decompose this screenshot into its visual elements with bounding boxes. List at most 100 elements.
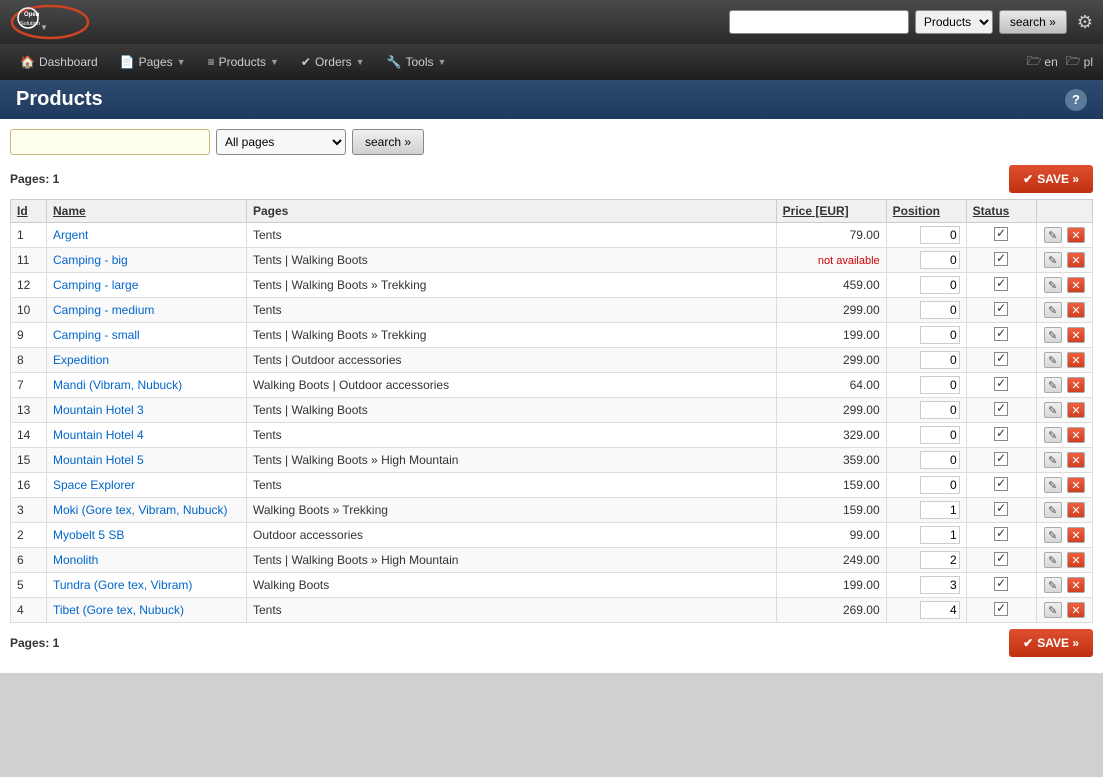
delete-icon[interactable]: ✕ bbox=[1067, 252, 1085, 268]
delete-icon[interactable]: ✕ bbox=[1067, 327, 1085, 343]
status-checkbox[interactable] bbox=[994, 577, 1008, 591]
status-checkbox[interactable] bbox=[994, 602, 1008, 616]
product-link[interactable]: Argent bbox=[53, 228, 88, 242]
position-input[interactable] bbox=[920, 401, 960, 419]
nav-tools[interactable]: 🔧 Tools ▼ bbox=[377, 49, 457, 75]
position-input[interactable] bbox=[920, 301, 960, 319]
edit-icon[interactable]: ✎ bbox=[1044, 502, 1062, 518]
position-input[interactable] bbox=[920, 326, 960, 344]
edit-icon[interactable]: ✎ bbox=[1044, 252, 1062, 268]
status-checkbox[interactable] bbox=[994, 527, 1008, 541]
status-checkbox[interactable] bbox=[994, 427, 1008, 441]
position-input[interactable] bbox=[920, 551, 960, 569]
edit-icon[interactable]: ✎ bbox=[1044, 527, 1062, 543]
save-button-bottom[interactable]: SAVE » bbox=[1009, 629, 1093, 657]
position-input[interactable] bbox=[920, 526, 960, 544]
position-input[interactable] bbox=[920, 276, 960, 294]
nav-pages[interactable]: 📄 Pages ▼ bbox=[110, 49, 196, 75]
edit-icon[interactable]: ✎ bbox=[1044, 402, 1062, 418]
status-checkbox[interactable] bbox=[994, 302, 1008, 316]
global-search-input[interactable] bbox=[729, 10, 909, 34]
status-checkbox[interactable] bbox=[994, 252, 1008, 266]
global-search-select[interactable]: Products Pages Orders bbox=[915, 10, 993, 34]
edit-icon[interactable]: ✎ bbox=[1044, 327, 1062, 343]
edit-icon[interactable]: ✎ bbox=[1044, 552, 1062, 568]
product-link[interactable]: Mountain Hotel 5 bbox=[53, 453, 144, 467]
position-input[interactable] bbox=[920, 376, 960, 394]
delete-icon[interactable]: ✕ bbox=[1067, 502, 1085, 518]
sort-price[interactable]: Price [EUR] bbox=[783, 204, 849, 218]
delete-icon[interactable]: ✕ bbox=[1067, 452, 1085, 468]
product-link[interactable]: Camping - medium bbox=[53, 303, 154, 317]
position-input[interactable] bbox=[920, 601, 960, 619]
sort-name[interactable]: Name bbox=[53, 204, 86, 218]
lang-en[interactable]: 🗁 en bbox=[1027, 52, 1058, 73]
position-input[interactable] bbox=[920, 351, 960, 369]
product-link[interactable]: Space Explorer bbox=[53, 478, 135, 492]
status-checkbox[interactable] bbox=[994, 402, 1008, 416]
position-input[interactable] bbox=[920, 501, 960, 519]
delete-icon[interactable]: ✕ bbox=[1067, 227, 1085, 243]
search-button[interactable]: search » bbox=[352, 129, 424, 155]
status-checkbox[interactable] bbox=[994, 227, 1008, 241]
product-link[interactable]: Mandi (Vibram, Nubuck) bbox=[53, 378, 182, 392]
product-link[interactable]: Tibet (Gore tex, Nubuck) bbox=[53, 603, 184, 617]
product-link[interactable]: Monolith bbox=[53, 553, 98, 567]
global-search-button[interactable]: search » bbox=[999, 10, 1067, 34]
edit-icon[interactable]: ✎ bbox=[1044, 277, 1062, 293]
save-button-top[interactable]: SAVE » bbox=[1009, 165, 1093, 193]
delete-icon[interactable]: ✕ bbox=[1067, 602, 1085, 618]
edit-icon[interactable]: ✎ bbox=[1044, 577, 1062, 593]
position-input[interactable] bbox=[920, 576, 960, 594]
position-input[interactable] bbox=[920, 226, 960, 244]
sort-position[interactable]: Position bbox=[893, 204, 940, 218]
status-checkbox[interactable] bbox=[994, 352, 1008, 366]
edit-icon[interactable]: ✎ bbox=[1044, 352, 1062, 368]
product-link[interactable]: Camping - big bbox=[53, 253, 128, 267]
product-link[interactable]: Mountain Hotel 3 bbox=[53, 403, 144, 417]
status-checkbox[interactable] bbox=[994, 377, 1008, 391]
nav-products[interactable]: ≡ Products ▼ bbox=[198, 49, 289, 75]
edit-icon[interactable]: ✎ bbox=[1044, 377, 1062, 393]
delete-icon[interactable]: ✕ bbox=[1067, 402, 1085, 418]
edit-icon[interactable]: ✎ bbox=[1044, 227, 1062, 243]
product-link[interactable]: Expedition bbox=[53, 353, 109, 367]
status-checkbox[interactable] bbox=[994, 552, 1008, 566]
delete-icon[interactable]: ✕ bbox=[1067, 377, 1085, 393]
position-input[interactable] bbox=[920, 426, 960, 444]
help-icon[interactable]: ? bbox=[1065, 89, 1087, 111]
nav-dashboard[interactable]: 🏠 Dashboard bbox=[10, 49, 108, 75]
settings-icon[interactable]: ⚙ bbox=[1077, 12, 1093, 33]
product-link[interactable]: Camping - large bbox=[53, 278, 138, 292]
position-input[interactable] bbox=[920, 476, 960, 494]
nav-orders[interactable]: ✔ Orders ▼ bbox=[291, 49, 375, 75]
delete-icon[interactable]: ✕ bbox=[1067, 552, 1085, 568]
delete-icon[interactable]: ✕ bbox=[1067, 352, 1085, 368]
product-link[interactable]: Myobelt 5 SB bbox=[53, 528, 124, 542]
edit-icon[interactable]: ✎ bbox=[1044, 302, 1062, 318]
edit-icon[interactable]: ✎ bbox=[1044, 602, 1062, 618]
position-input[interactable] bbox=[920, 251, 960, 269]
lang-pl[interactable]: 🗁 pl bbox=[1066, 52, 1093, 73]
pages-filter-select[interactable]: All pages bbox=[216, 129, 346, 155]
status-checkbox[interactable] bbox=[994, 277, 1008, 291]
sort-id[interactable]: Id bbox=[17, 204, 28, 218]
delete-icon[interactable]: ✕ bbox=[1067, 277, 1085, 293]
sort-status[interactable]: Status bbox=[973, 204, 1010, 218]
product-link[interactable]: Tundra (Gore tex, Vibram) bbox=[53, 578, 192, 592]
delete-icon[interactable]: ✕ bbox=[1067, 477, 1085, 493]
status-checkbox[interactable] bbox=[994, 502, 1008, 516]
delete-icon[interactable]: ✕ bbox=[1067, 427, 1085, 443]
edit-icon[interactable]: ✎ bbox=[1044, 427, 1062, 443]
status-checkbox[interactable] bbox=[994, 327, 1008, 341]
logo[interactable]: Open Solution ▼ bbox=[10, 4, 90, 40]
product-link[interactable]: Mountain Hotel 4 bbox=[53, 428, 144, 442]
delete-icon[interactable]: ✕ bbox=[1067, 527, 1085, 543]
position-input[interactable] bbox=[920, 451, 960, 469]
status-checkbox[interactable] bbox=[994, 477, 1008, 491]
filter-input[interactable] bbox=[10, 129, 210, 155]
product-link[interactable]: Moki (Gore tex, Vibram, Nubuck) bbox=[53, 503, 228, 517]
product-link[interactable]: Camping - small bbox=[53, 328, 140, 342]
delete-icon[interactable]: ✕ bbox=[1067, 577, 1085, 593]
edit-icon[interactable]: ✎ bbox=[1044, 452, 1062, 468]
